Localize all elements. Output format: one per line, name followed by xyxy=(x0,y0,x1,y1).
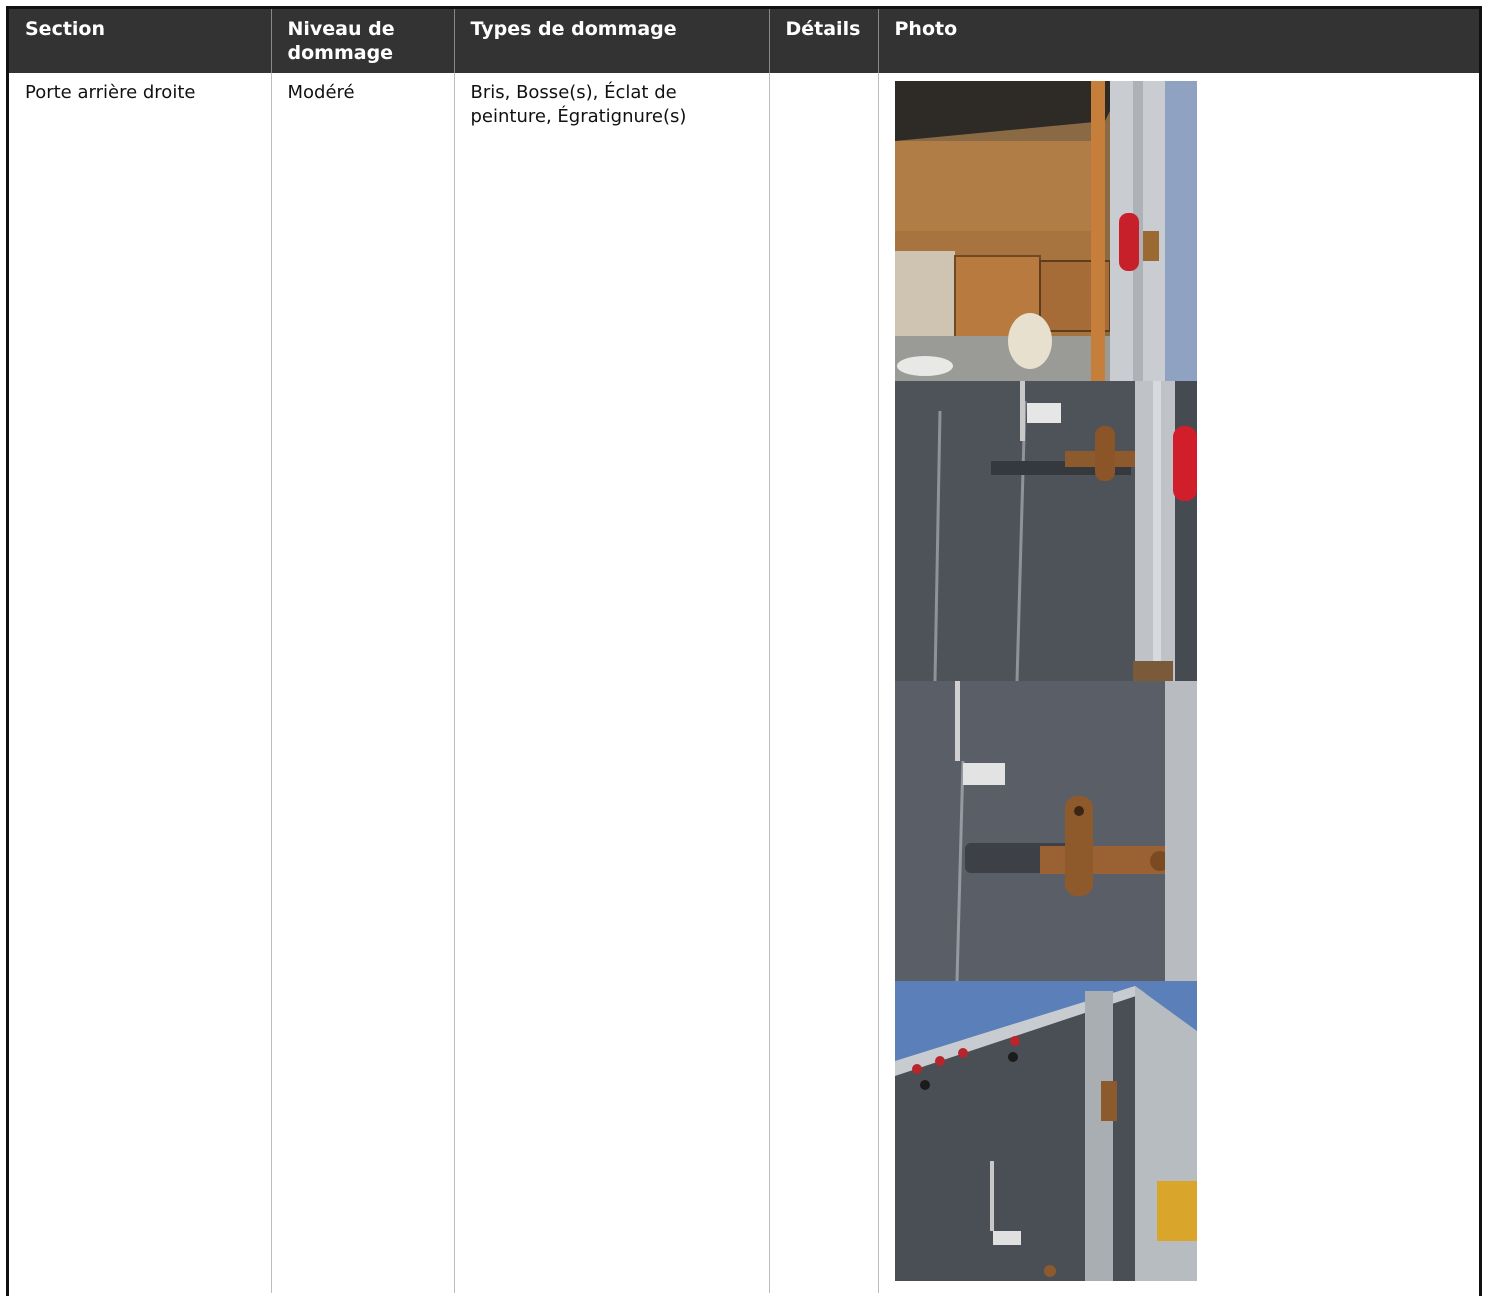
cell-photo xyxy=(878,73,1479,1293)
header-details: Détails xyxy=(769,9,879,73)
damage-table: Section Niveau de dommage Types de domma… xyxy=(9,9,1479,1293)
cell-details xyxy=(769,73,879,1293)
header-types: Types de dommage xyxy=(454,9,770,73)
photo-list xyxy=(894,81,1197,1281)
truck-rear-corner-photo[interactable] xyxy=(894,981,1197,1281)
truck-interior-photo[interactable] xyxy=(894,81,1197,381)
table-header: Section Niveau de dommage Types de domma… xyxy=(9,9,1479,73)
header-section: Section xyxy=(9,9,272,73)
table-row: Porte arrière droite Modéré Bris, Bosse(… xyxy=(9,73,1479,1293)
cell-section: Porte arrière droite xyxy=(9,73,272,1293)
header-niveau: Niveau de dommage xyxy=(271,9,455,73)
cell-types: Bris, Bosse(s), Éclat de peinture, Égrat… xyxy=(454,73,770,1293)
door-panel-latch-photo[interactable] xyxy=(894,381,1197,681)
cell-niveau: Modéré xyxy=(271,73,455,1293)
latch-closeup-photo[interactable] xyxy=(894,681,1197,981)
header-photo: Photo xyxy=(878,9,1479,73)
